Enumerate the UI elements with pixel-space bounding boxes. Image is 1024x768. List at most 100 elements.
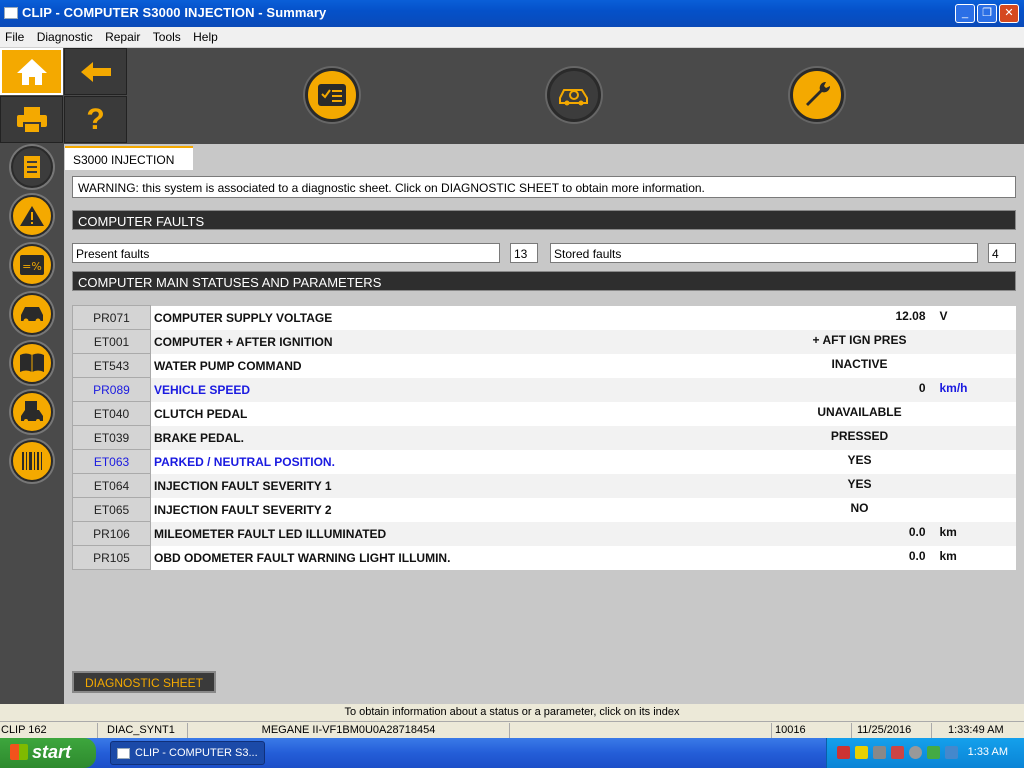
menu-repair[interactable]: Repair <box>100 27 144 44</box>
param-unit <box>940 474 1016 498</box>
sidebar-item-parameters[interactable]: =% <box>11 244 53 286</box>
status-date: 11/25/2016 <box>852 723 932 738</box>
stored-faults-count: 4 <box>988 243 1016 263</box>
status-clip: CLIP 162 <box>0 723 98 738</box>
diagnostic-sheet-button[interactable]: DIAGNOSTIC SHEET <box>72 671 216 693</box>
sidebar-item-vehicle-save[interactable] <box>11 391 53 433</box>
sidebar-item-barcode[interactable] <box>11 440 53 482</box>
param-value: + AFT IGN PRES <box>812 332 907 347</box>
param-value: PRESSED <box>830 428 889 443</box>
minimize-button[interactable]: _ <box>955 4 975 23</box>
param-index-button[interactable]: ET064 <box>72 473 151 498</box>
param-index-button[interactable]: PR106 <box>72 521 151 546</box>
maximize-button[interactable]: ❐ <box>977 4 997 23</box>
param-index-button[interactable]: ET065 <box>72 497 151 522</box>
param-unit: V <box>939 308 948 323</box>
help-icon: ? <box>86 102 105 136</box>
param-unit <box>940 402 1016 426</box>
param-unit <box>940 330 1016 354</box>
param-value: INACTIVE <box>831 356 888 371</box>
taskbar: start CLIP - COMPUTER S3... 1:33 AM <box>0 738 1024 768</box>
window-title-bar[interactable]: CLIP - COMPUTER S3000 INJECTION - Summar… <box>0 0 1024 27</box>
menu-tools[interactable]: Tools <box>148 27 185 44</box>
sidebar-item-faults[interactable] <box>11 195 53 237</box>
param-value: UNAVAILABLE <box>817 404 902 419</box>
status-time: 1:33:49 AM <box>948 724 1004 736</box>
table-row: PR105 OBD ODOMETER FAULT WARNING LIGHT IL… <box>72 545 1016 570</box>
tray-disc-icon[interactable] <box>909 746 922 759</box>
status-diac: DIAC_SYNT1 <box>98 723 188 738</box>
barcode-icon <box>22 452 42 470</box>
hint-text: To obtain information about a status or … <box>0 704 1024 721</box>
system-tray: 1:33 AM <box>826 738 1024 768</box>
vehicle-diagnostic-icon <box>559 89 588 106</box>
taskbar-item-clip[interactable]: CLIP - COMPUTER S3... <box>110 741 265 765</box>
present-faults-count: 13 <box>510 243 538 263</box>
maximize-icon: ❐ <box>982 7 992 19</box>
status-vehicle: MEGANE II-VF1BM0U0A28718454 <box>188 723 510 738</box>
vehicle-icon <box>21 307 43 324</box>
tray-monitor-icon[interactable] <box>945 746 958 759</box>
param-name: MILEOMETER FAULT LED ILLUMINATED <box>154 526 387 541</box>
vehicle-diagnostic-button[interactable] <box>547 68 601 122</box>
table-row: PR089 VEHICLE SPEED 0 km/h <box>72 377 1016 402</box>
sidebar: =% <box>0 144 64 704</box>
stored-faults-field[interactable]: Stored faults <box>550 243 978 263</box>
tab-s3000-injection[interactable]: S3000 INJECTION <box>65 146 193 170</box>
param-name: COMPUTER + AFTER IGNITION <box>154 334 333 349</box>
table-row: ET039 BRAKE PEDAL. PRESSED <box>72 425 1016 450</box>
param-value: 0.0 <box>908 548 926 563</box>
tray-battery-icon[interactable] <box>855 746 868 759</box>
table-row: PR106 MILEOMETER FAULT LED ILLUMINATED 0.0… <box>72 521 1016 546</box>
param-name: CLUTCH PEDAL <box>154 406 248 421</box>
app-area: ? =% S3000 INJECTION WARNING: this syste… <box>0 48 1024 704</box>
param-value: YES <box>847 476 872 491</box>
status-code: 10016 <box>772 723 852 738</box>
param-name: BRAKE PEDAL. <box>154 430 245 445</box>
menu-diagnostic[interactable]: Diagnostic <box>32 27 97 44</box>
table-row: ET040 CLUTCH PEDAL UNAVAILABLE <box>72 401 1016 426</box>
param-index-button[interactable]: ET063 <box>72 449 151 474</box>
table-row: ET065 INJECTION FAULT SEVERITY 2 NO <box>72 497 1016 522</box>
table-row: ET063 PARKED / NEUTRAL POSITION. YES <box>72 449 1016 474</box>
param-index-button[interactable]: ET040 <box>72 401 151 426</box>
tray-device-icon[interactable] <box>873 746 886 759</box>
menu-help[interactable]: Help <box>188 27 222 44</box>
param-unit: km <box>939 524 957 539</box>
start-label: start <box>32 742 72 762</box>
sidebar-item-manual[interactable] <box>11 342 53 384</box>
back-arrow-icon <box>65 49 126 94</box>
table-row: ET001 COMPUTER + AFTER IGNITION + AFT IGN … <box>72 329 1016 354</box>
tray-disconnect-icon[interactable] <box>891 746 904 759</box>
param-index-button[interactable]: PR105 <box>72 545 151 570</box>
tray-network-icon[interactable] <box>837 746 850 759</box>
menu-file[interactable]: File <box>0 27 28 44</box>
table-row: ET543 WATER PUMP COMMAND INACTIVE <box>72 353 1016 378</box>
param-index-button[interactable]: PR071 <box>72 305 151 330</box>
back-button[interactable] <box>64 48 127 95</box>
tray-shield-icon[interactable] <box>927 746 940 759</box>
app-window-icon <box>117 748 130 759</box>
checklist-button[interactable] <box>305 68 359 122</box>
param-index-button[interactable]: ET543 <box>72 353 151 378</box>
menu-bar: File Diagnostic Repair Tools Help <box>0 27 1024 48</box>
table-row: ET064 INJECTION FAULT SEVERITY 1 YES <box>72 473 1016 498</box>
param-value: 0.0 <box>908 524 926 539</box>
parameters-header: COMPUTER MAIN STATUSES AND PARAMETERS <box>72 271 1016 291</box>
param-index-button[interactable]: ET039 <box>72 425 151 450</box>
help-button[interactable]: ? <box>64 96 127 143</box>
close-button[interactable]: ✕ <box>999 4 1019 23</box>
repair-button[interactable] <box>790 68 844 122</box>
present-faults-field[interactable]: Present faults <box>72 243 500 263</box>
checklist-icon <box>318 84 346 106</box>
param-unit: km <box>939 548 957 563</box>
param-index-button[interactable]: PR089 <box>72 377 151 402</box>
param-name: OBD ODOMETER FAULT WARNING LIGHT ILLUMIN… <box>154 550 451 565</box>
start-button[interactable]: start <box>0 738 96 768</box>
home-button[interactable] <box>0 48 63 95</box>
print-button[interactable] <box>0 96 63 143</box>
sidebar-item-vehicle[interactable] <box>11 293 53 335</box>
windows-logo-icon <box>10 744 28 760</box>
sidebar-item-document[interactable] <box>11 146 53 188</box>
param-index-button[interactable]: ET001 <box>72 329 151 354</box>
